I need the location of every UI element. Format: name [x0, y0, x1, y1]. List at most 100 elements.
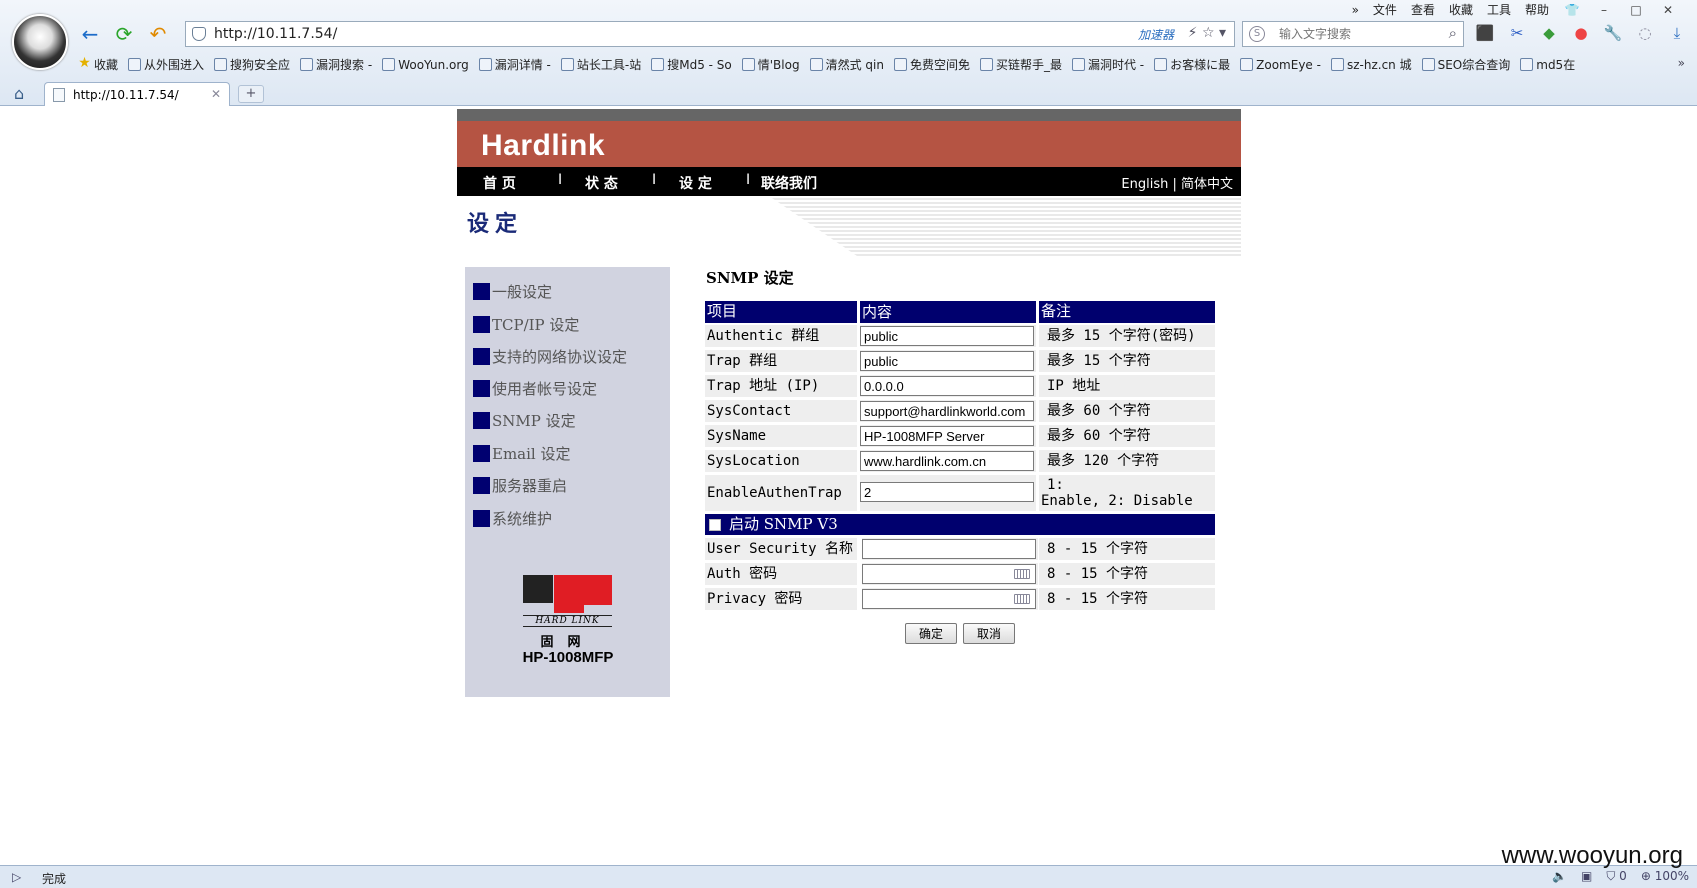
page-icon — [128, 58, 142, 71]
search-icon[interactable]: ⌕ — [1449, 24, 1457, 42]
fav-item[interactable]: 从外围进入 — [128, 56, 204, 73]
nav-contact[interactable]: 联络我们 — [761, 173, 817, 193]
close-tab-icon[interactable]: ✕ — [211, 87, 221, 101]
hardlink-logo[interactable]: Hardlink — [481, 129, 605, 163]
close-window-icon[interactable]: ✕ — [1659, 2, 1677, 18]
star-icon[interactable]: ☆ — [1202, 25, 1215, 41]
sidebar-item-accounts[interactable]: 使用者帐号设定 — [473, 378, 597, 399]
game-icon[interactable]: ◆ — [1538, 24, 1560, 42]
status-text: 完成 — [42, 872, 67, 886]
nav-separator: I — [746, 172, 751, 188]
fav-item[interactable]: SEO综合查询 — [1421, 56, 1510, 73]
tab-row: ⌂ http://10.11.7.54/ ✕ + — [0, 80, 1697, 106]
privacy-password-input[interactable] — [862, 589, 1036, 609]
enable-authen-trap-input[interactable] — [860, 482, 1034, 502]
enable-snmp-v3-checkbox[interactable] — [709, 518, 721, 531]
tab-current[interactable]: http://10.11.7.54/ ✕ — [44, 82, 230, 106]
trap-address-input[interactable] — [860, 376, 1034, 396]
fav-item[interactable]: 漏洞搜索 - — [300, 56, 372, 73]
shield-status-icon[interactable]: ⛉ 0 — [1606, 869, 1626, 884]
syscontact-input[interactable] — [860, 401, 1034, 421]
scissors-icon[interactable]: ✂ — [1506, 24, 1528, 42]
fav-item[interactable]: ★ 收藏 — [78, 56, 118, 73]
fav-item[interactable]: sz-hz.cn 城 — [1330, 56, 1412, 73]
language-switch[interactable]: English | 简体中文 — [1121, 173, 1233, 192]
sysname-input[interactable] — [860, 426, 1034, 446]
sidebar-item-general[interactable]: 一般设定 — [473, 281, 552, 302]
accelerator-label[interactable]: 加速器 — [1138, 26, 1174, 43]
zoom-icon[interactable]: ⊕ 100% — [1641, 869, 1689, 884]
fav-item[interactable]: 漏洞详情 - — [478, 56, 551, 73]
trap-community-input[interactable] — [860, 351, 1034, 371]
menu-view[interactable]: 查看 — [1411, 2, 1435, 18]
nav-status[interactable]: 状 态 — [585, 173, 618, 193]
plugin-icon[interactable]: ⬛ — [1474, 24, 1496, 42]
maximize-icon[interactable]: □ — [1627, 2, 1645, 18]
sidebar-item-tcpip[interactable]: TCP/IP 设定 — [473, 314, 579, 335]
fav-item[interactable]: 搜Md5 - So — [651, 56, 732, 73]
star-outline-icon — [300, 58, 314, 71]
bullet-square-icon — [473, 380, 490, 397]
minimize-icon[interactable]: – — [1595, 2, 1613, 18]
wrench-icon[interactable]: 🔧 — [1602, 24, 1624, 42]
lightning-icon[interactable]: ⚡ — [1188, 25, 1198, 41]
home-icon[interactable]: ⌂ — [14, 84, 24, 103]
sidebar-item-maintenance[interactable]: 系统维护 — [473, 508, 552, 529]
fav-item[interactable]: 搜狗安全应 — [214, 56, 290, 73]
sidebar-item-email[interactable]: Email 设定 — [473, 443, 570, 464]
authentic-community-input[interactable] — [860, 326, 1034, 346]
fav-item[interactable]: 情'Blog — [741, 56, 800, 73]
fav-item[interactable]: ZoomEye - — [1240, 56, 1321, 73]
fav-item[interactable]: お客様に最 — [1154, 56, 1230, 73]
speaker-icon[interactable]: 🔈 — [1552, 869, 1567, 884]
menu-file[interactable]: 文件 — [1373, 2, 1397, 18]
nav-home[interactable]: 首 页 — [483, 173, 516, 193]
fav-item[interactable]: 清然式 qin — [809, 56, 884, 73]
menu-favorites[interactable]: 收藏 — [1449, 2, 1473, 18]
auth-password-input[interactable] — [862, 564, 1036, 584]
page-content: Hardlink 首 页 I 状 态 I 设 定 I 联络我们 English … — [0, 107, 1697, 865]
refresh-icon[interactable]: ⟳ — [112, 22, 136, 46]
back-arrow-icon[interactable]: ← — [78, 22, 102, 46]
weibo-icon[interactable]: ● — [1570, 24, 1592, 42]
search-engine-icon[interactable]: S — [1249, 26, 1265, 42]
new-tab-button[interactable]: + — [238, 85, 264, 103]
menu-tools[interactable]: 工具 — [1487, 2, 1511, 18]
fav-item[interactable]: 漏洞时代 - — [1071, 56, 1144, 73]
address-url[interactable]: http://10.11.7.54/ — [214, 26, 337, 42]
shield-icon — [214, 58, 228, 71]
search-input[interactable] — [1279, 27, 1439, 41]
keyboard-icon[interactable] — [1014, 569, 1030, 579]
sidebar-item-restart[interactable]: 服务器重启 — [473, 475, 567, 496]
page-icon — [1421, 58, 1435, 71]
chat-icon[interactable]: ◌ — [1634, 24, 1656, 42]
screenshot-icon[interactable]: ▣ — [1581, 869, 1592, 884]
sidebar-item-snmp[interactable]: SNMP 设定 — [473, 410, 576, 431]
syslocation-input[interactable] — [860, 451, 1034, 471]
search-box[interactable]: S ⌕ — [1242, 21, 1464, 47]
ok-button[interactable]: 确定 — [905, 623, 957, 644]
fav-item[interactable]: 站长工具-站 — [560, 56, 641, 73]
menu-more-icon[interactable]: » — [1352, 2, 1359, 18]
undo-icon[interactable]: ↶ — [146, 22, 170, 46]
user-security-name-input[interactable] — [862, 539, 1036, 559]
menu-help[interactable]: 帮助 — [1525, 2, 1549, 18]
device-model: HP-1008MFP — [522, 649, 614, 666]
keyboard-icon[interactable] — [1014, 594, 1030, 604]
user-avatar[interactable] — [12, 14, 68, 70]
address-bar[interactable]: http://10.11.7.54/ 加速器 ⚡ ☆ ▾ — [185, 21, 1235, 47]
fav-item[interactable]: md5在 — [1520, 56, 1575, 73]
download-icon[interactable]: ⤓ — [1666, 24, 1688, 42]
dropdown-icon[interactable]: ▾ — [1219, 25, 1226, 41]
fav-item[interactable]: WooYun.org — [382, 56, 469, 73]
skin-icon[interactable]: 👕 — [1563, 2, 1581, 18]
sidebar-toggle-icon[interactable]: ▷ — [12, 870, 21, 884]
cancel-button[interactable]: 取消 — [963, 623, 1015, 644]
nav-settings[interactable]: 设 定 — [679, 173, 712, 193]
favorites-more-icon[interactable]: » — [1678, 56, 1685, 70]
status-bar: ▷ 完成 🔈 ▣ ⛉ 0 ⊕ 100% — [0, 865, 1697, 888]
fav-item[interactable]: 买链帮手_最 — [979, 56, 1062, 73]
page-icon — [893, 58, 907, 71]
fav-item[interactable]: 免费空间免 — [893, 56, 970, 73]
sidebar-item-protocols[interactable]: 支持的网络协议设定 — [473, 346, 627, 367]
